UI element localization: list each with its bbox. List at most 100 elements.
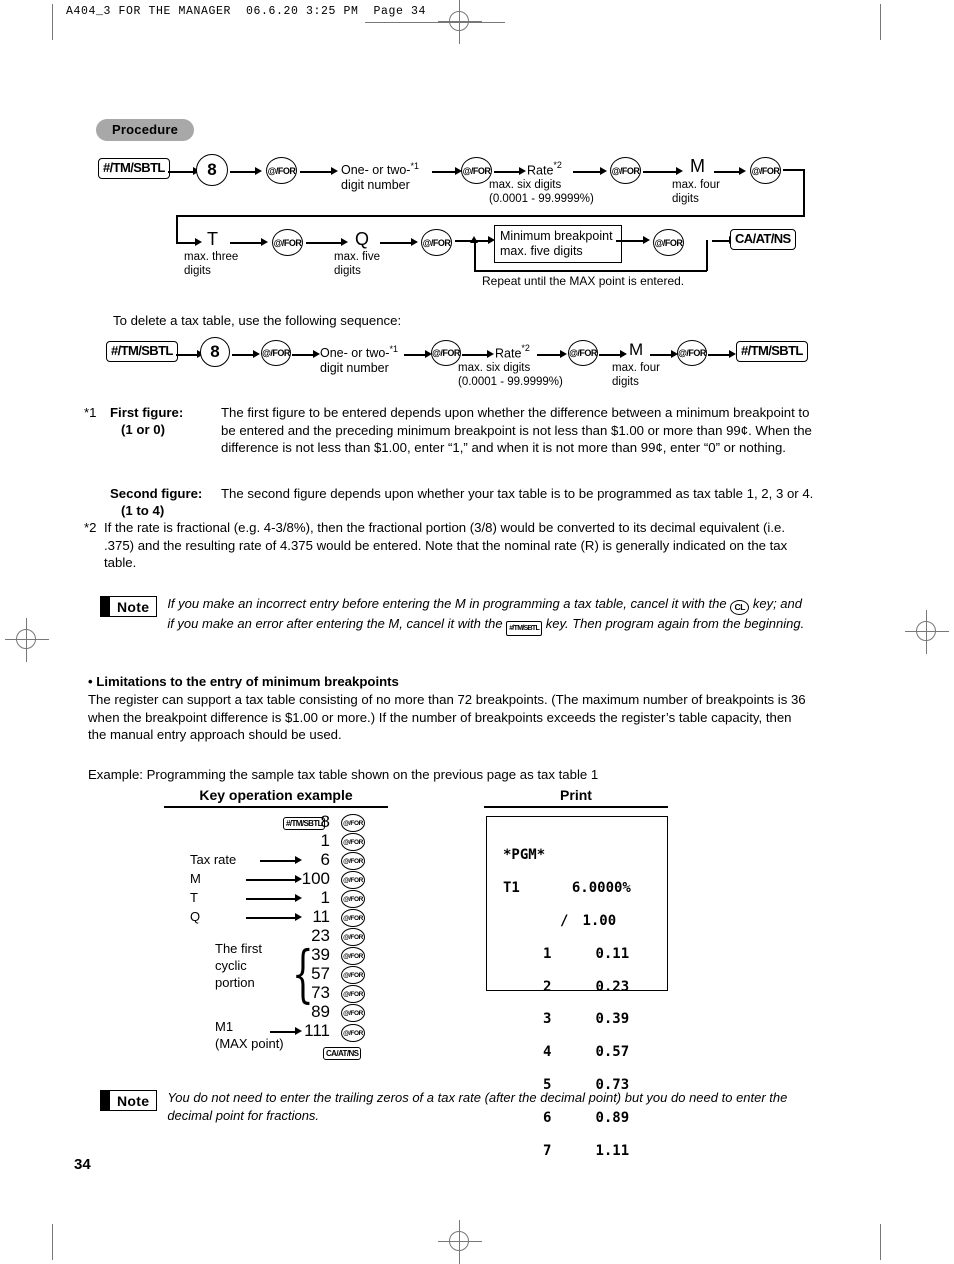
first-figure-label: First figure:	[110, 405, 184, 420]
registration-mark-right	[905, 610, 949, 654]
key-sbtl[interactable]: #/TM/SBTL	[98, 158, 170, 179]
key-for-7[interactable]: @/FOR	[653, 229, 684, 256]
keyop-for-8[interactable]: @/FOR	[341, 966, 365, 984]
note-badge-bar	[101, 597, 110, 616]
receipt-row-val-2: 0.39	[595, 1011, 630, 1028]
keyop-value-5: 11	[312, 907, 330, 926]
delete-intro: To delete a tax table, use the following…	[113, 313, 402, 328]
key-number-8[interactable]: 8	[196, 154, 228, 186]
note-badge-label: Note	[117, 598, 150, 615]
delete-key-for-2[interactable]: @/FOR	[431, 340, 461, 366]
delete-key-sbtl-end[interactable]: #/TM/SBTL	[736, 341, 808, 362]
q-constraints: max. five digits	[334, 251, 380, 279]
delete-arrow-9	[708, 350, 736, 359]
delete-rate-step: Rate*2	[495, 343, 530, 362]
limitations-text: The register can support a tax table con…	[88, 692, 806, 743]
procedure-label: Procedure	[96, 119, 195, 141]
receipt-row-idx-1: 2	[543, 978, 552, 995]
receipt-row-idx-6: 7	[543, 1142, 552, 1159]
note-badge-bar-2	[101, 1091, 110, 1110]
delete-m-step: M	[629, 340, 643, 360]
footnote-2-marker: *2	[84, 520, 97, 535]
key-ca-at-ns[interactable]: CA/AT/NS	[730, 229, 796, 250]
keyop-for-5[interactable]: @/FOR	[341, 909, 365, 927]
key-sbtl-inline[interactable]: #/TM/SBTL	[506, 621, 543, 636]
delete-rate-line2: (0.0001 - 99.9999%)	[458, 375, 563, 388]
key-operation-rows: 8 @/FOR 1 @/FOR Tax rate 6 @/FOR M 100 @…	[190, 812, 365, 1042]
key-for-3[interactable]: @/FOR	[610, 157, 641, 184]
keyop-value-4: 1	[320, 888, 330, 907]
connector-loop-bottom	[474, 270, 707, 272]
print-column-title: Print	[560, 787, 592, 803]
first-figure-range: (1 or 0)	[121, 422, 165, 437]
first-figure-text: The first figure to be entered depends u…	[221, 405, 812, 456]
arrow-10	[230, 238, 268, 247]
rate-constraint-line1: max. six digits	[489, 179, 562, 191]
key-for-4[interactable]: @/FOR	[750, 157, 781, 184]
arrow-loop-head	[470, 236, 478, 243]
receipt-row-val-6: 1.11	[595, 1142, 630, 1159]
arrow-5	[494, 167, 526, 176]
keyop-for-7[interactable]: @/FOR	[341, 947, 365, 965]
connector-loop-vert	[474, 240, 476, 272]
keyop-value-0: 8	[320, 812, 330, 831]
keyop-for-11[interactable]: @/FOR	[341, 1024, 365, 1042]
key-cl-inline[interactable]: CL	[730, 599, 750, 615]
delete-m-constraints: max. four digits	[612, 362, 660, 390]
delete-key-for-3[interactable]: @/FOR	[568, 340, 598, 366]
m-label: M	[690, 156, 705, 176]
keyop-for-4[interactable]: @/FOR	[341, 890, 365, 908]
receipt-table-label: T1	[503, 880, 520, 897]
rate-step: Rate*2	[527, 160, 562, 179]
arrow-9	[176, 238, 202, 247]
crop-line-bottom-right	[880, 1224, 881, 1260]
keyop-for-3[interactable]: @/FOR	[341, 871, 365, 889]
cyclic-label-line1: The first	[215, 941, 262, 956]
delete-key-sbtl[interactable]: #/TM/SBTL	[106, 341, 178, 362]
t-label: T	[207, 229, 218, 249]
connector-row1-bottom	[176, 215, 805, 217]
delete-key-for-4[interactable]: @/FOR	[677, 340, 707, 366]
procedure-badge: Procedure	[96, 119, 195, 141]
keyop-for-9[interactable]: @/FOR	[341, 985, 365, 1003]
keyop-for-1[interactable]: @/FOR	[341, 833, 365, 851]
delete-step-digit-number: One- or two-*1 digit number	[320, 344, 420, 376]
receipt-breakpoint-value: 1.00	[582, 913, 617, 930]
delete-digit-line2: digit number	[320, 360, 389, 375]
note-badge-1: Note	[100, 596, 158, 617]
note-block-2: Note You do not need to enter the traili…	[100, 1090, 812, 1125]
key-for-1[interactable]: @/FOR	[266, 157, 297, 184]
page-header-text: A404_3 FOR THE MANAGER 06.6.20 3:25 PM P…	[66, 5, 427, 18]
keyop-for-6[interactable]: @/FOR	[341, 928, 365, 946]
delete-arrow-5	[462, 350, 494, 359]
delete-key-number-8[interactable]: 8	[200, 337, 230, 367]
key-for-5[interactable]: @/FOR	[272, 229, 303, 256]
delete-arrow-6	[537, 350, 567, 359]
delete-digit-line1: One- or two-	[320, 346, 390, 361]
keyop-for-10[interactable]: @/FOR	[341, 1004, 365, 1022]
q-constraint-line1: max. five	[334, 251, 381, 263]
arrow-3	[300, 167, 338, 176]
arrow-4	[432, 167, 462, 176]
rate-constraint-line2: (0.0001 - 99.9999%)	[489, 192, 594, 205]
rate-label: Rate	[527, 163, 554, 178]
repeat-note: Repeat until the MAX point is entered.	[482, 274, 685, 288]
receipt-row-idx-3: 4	[543, 1044, 552, 1061]
keyop-for-2[interactable]: @/FOR	[341, 852, 365, 870]
t-step: T	[207, 229, 218, 250]
key-for-2[interactable]: @/FOR	[461, 157, 492, 184]
keyop-for-0[interactable]: @/FOR	[341, 814, 365, 832]
step-digit-number-line1: One- or two-	[341, 163, 411, 178]
m-constraint-line2: digits	[672, 192, 699, 205]
receipt-row-val-0: 0.11	[595, 945, 630, 962]
delete-key-for-1[interactable]: @/FOR	[261, 340, 291, 366]
connector-row1-right	[783, 169, 805, 171]
key-operation-column-title: Key operation example	[199, 787, 353, 803]
t-constraint-line2: digits	[184, 264, 211, 277]
arrow-6	[573, 167, 607, 176]
delete-m-line1: max. four	[612, 362, 660, 374]
footnote-ref-1: *1	[410, 161, 419, 171]
arrow-11	[306, 238, 348, 247]
example-key-ca-at-ns[interactable]: CA/AT/NS	[323, 1047, 362, 1060]
key-for-6[interactable]: @/FOR	[421, 229, 452, 256]
